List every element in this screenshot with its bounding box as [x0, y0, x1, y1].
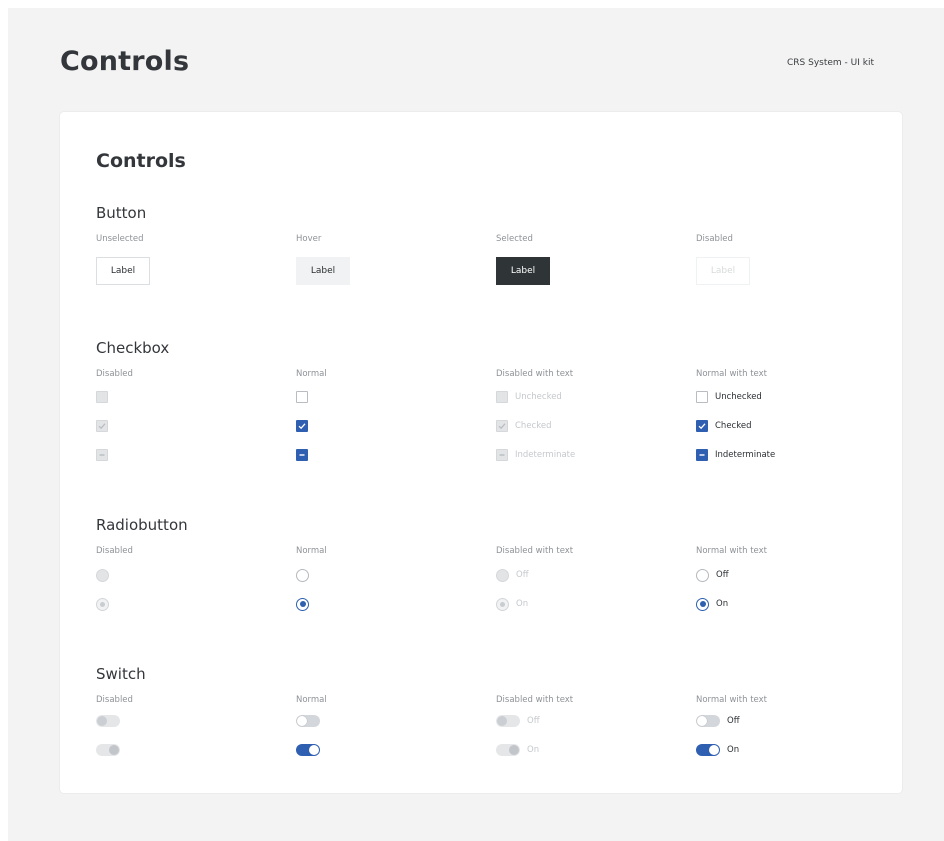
checkbox-disabled-checked — [496, 420, 508, 432]
label-button-disabled: Label — [696, 257, 750, 285]
checkbox-checked-row[interactable]: Checked — [696, 419, 751, 433]
column-label: Disabled — [96, 546, 133, 556]
minus-icon — [99, 454, 105, 456]
switch-disabled-off-row: Off — [496, 714, 540, 728]
checkbox-disabled-checked — [96, 420, 108, 432]
column-label: Normal with text — [696, 546, 767, 556]
switch-section: Switch Disabled Normal Disabled with tex… — [96, 665, 886, 765]
checkbox-unchecked[interactable] — [296, 391, 308, 403]
radio-off[interactable] — [296, 568, 309, 582]
minus-icon — [299, 454, 305, 456]
column-label: Disabled with text — [496, 369, 574, 379]
checkbox-section: Checkbox Disabled Normal Disabled with t… — [96, 339, 886, 469]
switch-disabled-off — [96, 715, 120, 727]
radio-on[interactable] — [296, 597, 309, 611]
section-title-checkbox: Checkbox — [96, 339, 170, 357]
switch-text: On — [727, 745, 740, 755]
column-label: Hover — [296, 234, 322, 244]
column-label: Selected — [496, 234, 533, 244]
radio-disabled-on — [96, 597, 109, 611]
radio-on-row[interactable]: On — [696, 597, 728, 611]
switch-disabled-off — [496, 715, 520, 727]
checkbox-text: Unchecked — [715, 392, 762, 402]
minus-icon — [699, 454, 705, 456]
card-title: Controls — [96, 150, 186, 172]
switch-off[interactable] — [696, 715, 720, 727]
column-label: Normal — [296, 546, 327, 556]
section-title-switch: Switch — [96, 665, 146, 683]
radio-off[interactable] — [696, 568, 709, 582]
check-icon — [98, 423, 106, 430]
checkbox-disabled-indeterminate — [496, 449, 508, 461]
switch-off-row[interactable]: Off — [696, 714, 740, 728]
section-title-button: Button — [96, 204, 147, 222]
switch-on[interactable] — [296, 744, 320, 756]
switch-disabled-on — [496, 744, 520, 756]
column-label: Disabled with text — [496, 546, 574, 556]
column-label: Normal with text — [696, 369, 767, 379]
section-title-radiobutton: Radiobutton — [96, 516, 188, 534]
radio-text: On — [716, 599, 729, 609]
switch-text: On — [527, 745, 540, 755]
radio-section: Radiobutton Disabled Normal Disabled wit… — [96, 516, 886, 616]
checkbox-text: Checked — [715, 421, 752, 431]
radio-disabled-on-row: On — [496, 597, 528, 611]
check-icon — [698, 423, 706, 430]
page-title: Controls — [60, 46, 190, 77]
checkbox-unchecked-row[interactable]: Unchecked — [696, 390, 762, 404]
checkbox-indeterminate-row[interactable]: Indeterminate — [696, 448, 775, 462]
label-button-hover[interactable]: Label — [296, 257, 350, 285]
radio-text: Off — [516, 570, 529, 580]
checkbox-unchecked[interactable] — [696, 391, 708, 403]
label-button-unselected[interactable]: Label — [96, 257, 150, 285]
check-icon — [498, 423, 506, 430]
checkbox-disabled-unchecked-row: Unchecked — [496, 390, 562, 404]
radio-text: Off — [716, 570, 729, 580]
checkbox-checked[interactable] — [696, 420, 708, 432]
switch-text: Off — [527, 716, 540, 726]
switch-off[interactable] — [296, 715, 320, 727]
checkbox-text: Indeterminate — [715, 450, 776, 460]
column-label: Disabled with text — [496, 695, 574, 705]
column-label: Disabled — [696, 234, 733, 244]
checkbox-disabled-indeterminate — [96, 449, 108, 461]
switch-disabled-on-row: On — [496, 743, 539, 757]
column-label: Disabled — [96, 695, 133, 705]
label-button-selected[interactable]: Label — [496, 257, 550, 285]
checkbox-text: Indeterminate — [515, 450, 576, 460]
kit-label: CRS System - UI kit — [787, 58, 874, 68]
switch-text: Off — [727, 716, 740, 726]
radio-disabled-off-row: Off — [496, 568, 529, 582]
radio-disabled-off — [96, 568, 109, 582]
radio-disabled-on — [496, 597, 509, 611]
switch-disabled-on — [96, 744, 120, 756]
controls-card: Controls Button Unselected Label Hover L… — [60, 112, 902, 793]
column-label: Unselected — [96, 234, 144, 244]
checkbox-indeterminate[interactable] — [296, 449, 308, 461]
checkbox-disabled-unchecked — [496, 391, 508, 403]
switch-on[interactable] — [696, 744, 720, 756]
button-section: Button Unselected Label Hover Label Sele… — [96, 204, 886, 294]
check-icon — [298, 423, 306, 430]
column-label: Normal — [296, 695, 327, 705]
column-label: Normal with text — [696, 695, 767, 705]
checkbox-disabled-indeterminate-row: Indeterminate — [496, 448, 575, 462]
minus-icon — [499, 454, 505, 456]
column-label: Disabled — [96, 369, 133, 379]
checkbox-text: Checked — [515, 421, 552, 431]
column-label: Normal — [296, 369, 327, 379]
checkbox-checked[interactable] — [296, 420, 308, 432]
checkbox-disabled-checked-row: Checked — [496, 419, 551, 433]
checkbox-disabled-unchecked — [96, 391, 108, 403]
radio-disabled-off — [496, 568, 509, 582]
radio-on[interactable] — [696, 597, 709, 611]
radio-text: On — [516, 599, 529, 609]
checkbox-text: Unchecked — [515, 392, 562, 402]
checkbox-indeterminate[interactable] — [696, 449, 708, 461]
radio-off-row[interactable]: Off — [696, 568, 729, 582]
switch-on-row[interactable]: On — [696, 743, 739, 757]
